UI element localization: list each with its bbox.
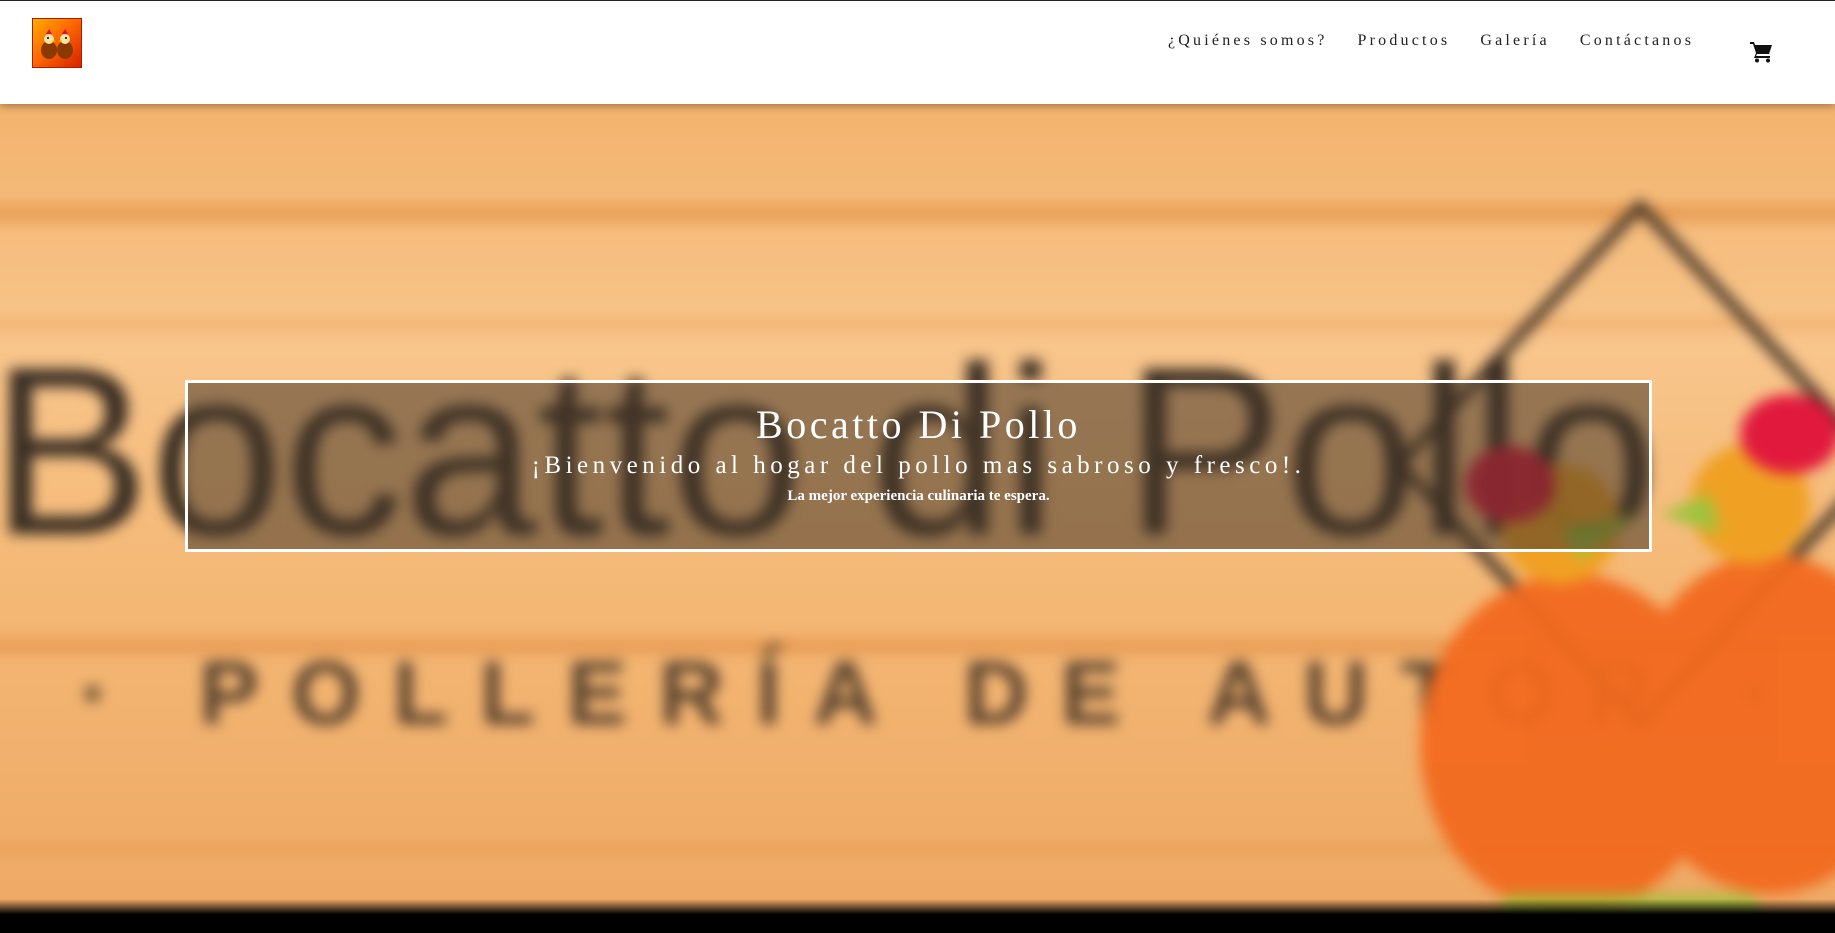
hero-section: Bocatto di Pollo · POLLERÍA DE AUTOR · B… [0,104,1835,933]
shopping-cart-icon[interactable] [1750,41,1774,63]
hero-banner: Bocatto Di Pollo ¡Bienvenido al hogar de… [185,380,1652,552]
chicken-logo-icon[interactable] [32,18,82,68]
nav-link-contactanos[interactable]: Contáctanos [1580,31,1694,51]
hero-bottom-shadow [0,899,1835,933]
nav-link-quienes-somos[interactable]: ¿Quiénes somos? [1168,31,1328,51]
top-navbar: ¿Quiénes somos? Productos Galería Contác… [0,0,1835,104]
hero-subtitle: ¡Bienvenido al hogar del pollo mas sabro… [531,452,1306,479]
hero-tagline: La mejor experiencia culinaria te espera… [787,488,1050,504]
hero-title: Bocatto Di Pollo [756,402,1081,447]
nav-links: ¿Quiénes somos? Productos Galería Contác… [1168,31,1724,51]
nav-link-productos[interactable]: Productos [1358,31,1451,51]
nav-link-galeria[interactable]: Galería [1480,31,1549,51]
